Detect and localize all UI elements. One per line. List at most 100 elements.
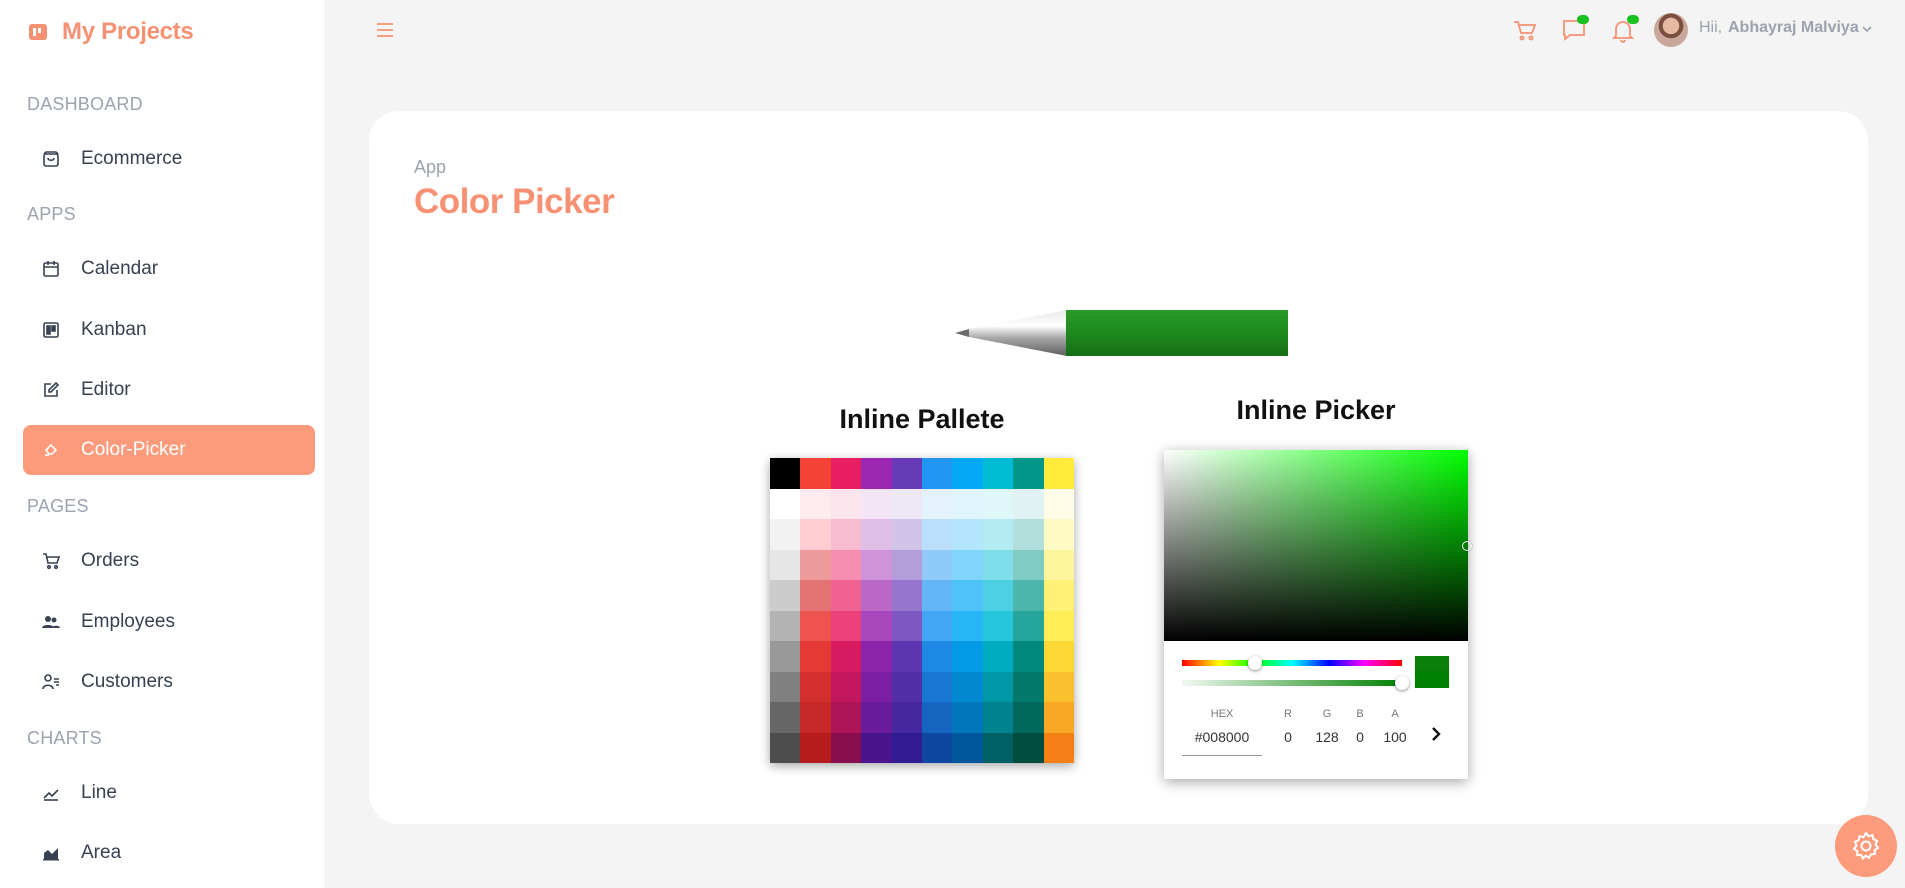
palette-swatch[interactable] <box>861 671 892 702</box>
palette-swatch[interactable] <box>921 732 953 763</box>
palette-swatch[interactable] <box>830 610 862 641</box>
palette-swatch[interactable] <box>800 702 831 733</box>
palette-swatch[interactable] <box>982 458 1014 489</box>
sidebar-item-area[interactable]: Area <box>23 828 315 878</box>
palette-swatch[interactable] <box>982 488 1014 519</box>
palette-swatch[interactable] <box>1013 458 1044 489</box>
palette-swatch[interactable] <box>921 641 953 672</box>
palette-swatch[interactable] <box>891 610 922 641</box>
palette-swatch[interactable] <box>1013 519 1044 550</box>
palette-swatch[interactable] <box>830 732 862 763</box>
palette-swatch[interactable] <box>861 732 892 763</box>
palette-swatch[interactable] <box>1043 488 1074 519</box>
palette-swatch[interactable] <box>770 519 801 550</box>
palette-swatch[interactable] <box>861 610 892 641</box>
palette-swatch[interactable] <box>800 610 831 641</box>
palette-swatch[interactable] <box>921 702 953 733</box>
saturation-value-area[interactable] <box>1164 450 1468 641</box>
palette-swatch[interactable] <box>952 610 983 641</box>
palette-swatch[interactable] <box>982 580 1014 611</box>
chevron-right-icon[interactable] <box>1426 724 1446 744</box>
palette-swatch[interactable] <box>800 458 831 489</box>
palette-swatch[interactable] <box>1013 732 1044 763</box>
palette-swatch[interactable] <box>952 702 983 733</box>
palette-swatch[interactable] <box>861 641 892 672</box>
palette-swatch[interactable] <box>770 732 801 763</box>
palette-swatch[interactable] <box>770 549 801 580</box>
palette-swatch[interactable] <box>1043 641 1074 672</box>
palette-swatch[interactable] <box>861 580 892 611</box>
sidebar-item-color-picker[interactable]: Color-Picker <box>23 425 315 475</box>
sidebar-item-employees[interactable]: Employees <box>23 597 315 647</box>
palette-swatch[interactable] <box>1043 549 1074 580</box>
palette-swatch[interactable] <box>891 702 922 733</box>
color-palette[interactable] <box>770 458 1074 763</box>
palette-swatch[interactable] <box>861 458 892 489</box>
g-input[interactable]: 128 <box>1309 729 1345 745</box>
sidebar-item-customers[interactable]: Customers <box>23 657 315 707</box>
palette-swatch[interactable] <box>1013 641 1044 672</box>
alpha-slider-handle[interactable] <box>1395 676 1409 690</box>
palette-swatch[interactable] <box>1013 610 1044 641</box>
palette-swatch[interactable] <box>1013 549 1044 580</box>
b-input[interactable]: 0 <box>1350 729 1370 745</box>
hex-input[interactable]: #008000 <box>1182 729 1262 745</box>
palette-swatch[interactable] <box>921 549 953 580</box>
sidebar-item-orders[interactable]: Orders <box>23 536 315 586</box>
palette-swatch[interactable] <box>1043 732 1074 763</box>
palette-swatch[interactable] <box>1043 519 1074 550</box>
palette-swatch[interactable] <box>861 549 892 580</box>
sidebar-item-calendar[interactable]: Calendar <box>23 244 315 294</box>
palette-swatch[interactable] <box>800 671 831 702</box>
palette-swatch[interactable] <box>982 610 1014 641</box>
palette-swatch[interactable] <box>891 549 922 580</box>
sidebar-item-line[interactable]: Line <box>23 768 315 818</box>
r-input[interactable]: 0 <box>1278 729 1298 745</box>
hue-slider-handle[interactable] <box>1247 656 1262 670</box>
a-input[interactable]: 100 <box>1378 729 1412 745</box>
palette-swatch[interactable] <box>982 732 1014 763</box>
palette-swatch[interactable] <box>800 732 831 763</box>
palette-swatch[interactable] <box>921 488 953 519</box>
palette-swatch[interactable] <box>1043 580 1074 611</box>
palette-swatch[interactable] <box>921 610 953 641</box>
palette-swatch[interactable] <box>921 580 953 611</box>
sidebar-item-ecommerce[interactable]: Ecommerce <box>23 134 315 184</box>
palette-swatch[interactable] <box>921 458 953 489</box>
palette-swatch[interactable] <box>861 488 892 519</box>
palette-swatch[interactable] <box>891 641 922 672</box>
brand-link[interactable]: My Projects <box>28 18 194 46</box>
palette-swatch[interactable] <box>800 580 831 611</box>
palette-swatch[interactable] <box>1043 458 1074 489</box>
palette-swatch[interactable] <box>1043 671 1074 702</box>
palette-swatch[interactable] <box>830 488 862 519</box>
palette-swatch[interactable] <box>770 488 801 519</box>
sidebar-item-editor[interactable]: Editor <box>23 365 315 415</box>
palette-swatch[interactable] <box>770 580 801 611</box>
palette-swatch[interactable] <box>952 458 983 489</box>
palette-swatch[interactable] <box>770 702 801 733</box>
palette-swatch[interactable] <box>952 580 983 611</box>
palette-swatch[interactable] <box>830 641 862 672</box>
palette-swatch[interactable] <box>830 580 862 611</box>
palette-swatch[interactable] <box>982 641 1014 672</box>
palette-swatch[interactable] <box>861 519 892 550</box>
palette-swatch[interactable] <box>800 641 831 672</box>
palette-swatch[interactable] <box>830 549 862 580</box>
palette-swatch[interactable] <box>1013 488 1044 519</box>
palette-swatch[interactable] <box>1043 610 1074 641</box>
palette-swatch[interactable] <box>800 519 831 550</box>
palette-swatch[interactable] <box>770 641 801 672</box>
settings-button[interactable] <box>1835 815 1897 877</box>
palette-swatch[interactable] <box>891 519 922 550</box>
sidebar-item-kanban[interactable]: Kanban <box>23 305 315 355</box>
palette-swatch[interactable] <box>830 671 862 702</box>
palette-swatch[interactable] <box>770 458 801 489</box>
palette-swatch[interactable] <box>921 671 953 702</box>
menu-icon[interactable] <box>374 19 396 41</box>
palette-swatch[interactable] <box>891 732 922 763</box>
palette-swatch[interactable] <box>952 671 983 702</box>
palette-swatch[interactable] <box>830 519 862 550</box>
palette-swatch[interactable] <box>982 549 1014 580</box>
avatar[interactable] <box>1654 13 1688 47</box>
